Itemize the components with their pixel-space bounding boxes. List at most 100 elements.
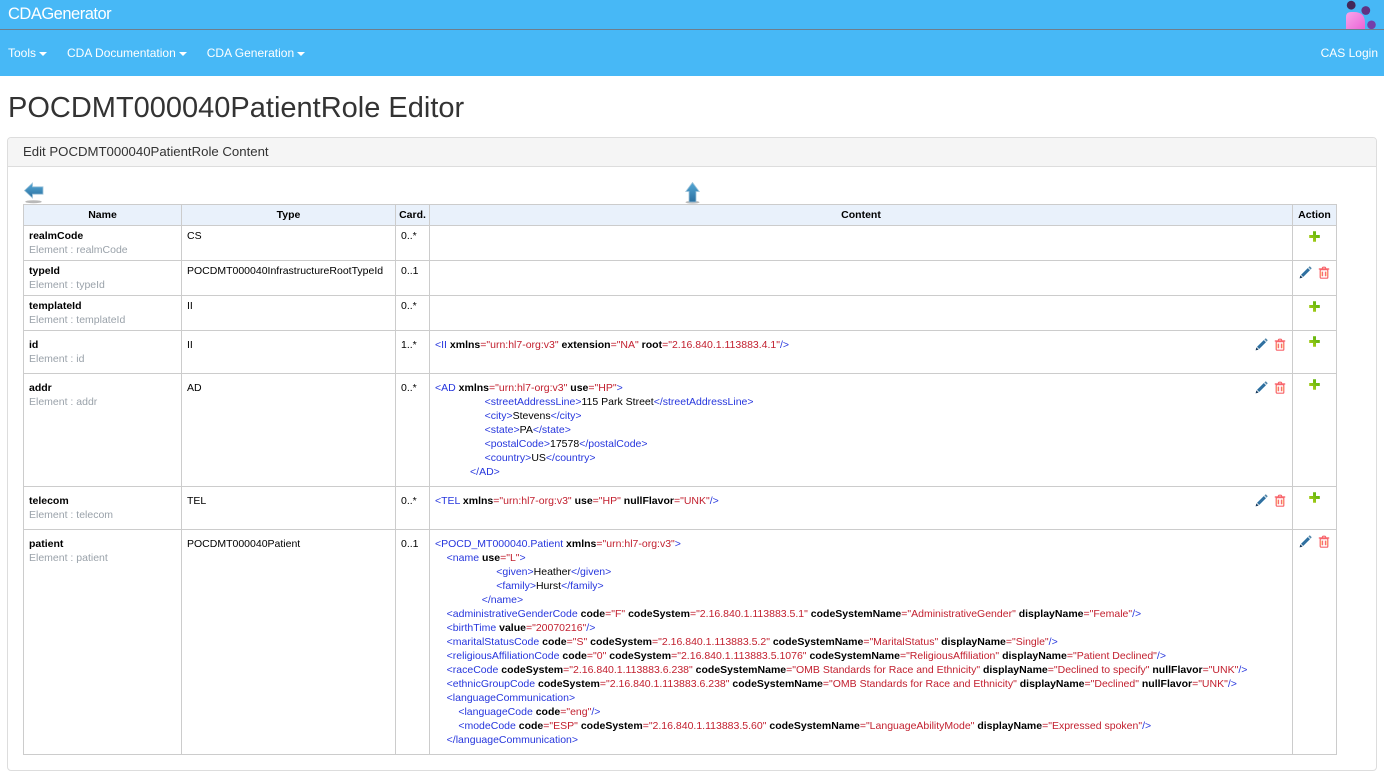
name-cell: realmCode Element : realmCode [24,225,182,260]
trash-icon [1274,494,1286,507]
caret-down-icon [39,52,47,56]
add-button[interactable] [1309,336,1320,347]
table-row: addrElement : addr AD 0..* <AD xmlns="ur… [24,373,1337,486]
card-cell: 0..* [396,295,430,330]
table-row: idElement : id II 1..* <II xmlns="urn:hl… [24,330,1337,373]
table-row: patientElement : patient POCDMT000040Pat… [24,529,1337,754]
delete-button[interactable] [1274,494,1286,507]
back-button[interactable] [24,182,44,204]
card-cell: 0..1 [396,260,430,295]
element-subtitle: Element : telecom [29,509,113,521]
pencil-icon [1255,381,1268,394]
type-cell: CS [182,225,396,260]
action-cell [1293,260,1337,295]
card-cell: 0..* [396,225,430,260]
type-cell: AD [182,373,396,486]
edit-button[interactable] [1299,266,1312,279]
app-logo-icon [1342,0,1382,30]
top-navbar: CDAGenerator [0,0,1384,30]
cda-documentation-menu[interactable]: CDA Documentation [57,30,197,76]
edit-button[interactable] [1255,494,1268,507]
add-button[interactable] [1309,492,1320,503]
cda-documentation-menu-label: CDA Documentation [67,46,176,60]
name-cell: id Element : id [24,330,182,373]
content-cell [430,225,1293,260]
action-cell [1293,225,1337,260]
name-cell: telecomElement : telecom [24,486,182,529]
card-cell: 0..* [396,373,430,486]
nav-menu-list: Tools CDA Documentation CDA Generation [0,30,315,76]
content-cell: <POCD_MT000040.Patient xmlns="urn:hl7-or… [430,529,1293,754]
delete-button[interactable] [1274,338,1286,351]
brand-link[interactable]: CDAGenerator [0,0,119,24]
name-cell: typeIdElement : typeId [24,260,182,295]
page-title: POCDMT000040PatientRole Editor [8,92,1377,124]
delete-button[interactable] [1318,535,1330,548]
name-cell: templateIdElement : templateId [24,295,182,330]
name-cell: addrElement : addr [24,373,182,486]
caret-down-icon [179,52,187,56]
add-button[interactable] [1309,231,1320,242]
action-cell [1293,529,1337,754]
delete-button[interactable] [1274,381,1286,394]
card-cell: 0..* [396,486,430,529]
nav-item-cda-generation: CDA Generation [197,30,315,76]
xml-content: <TEL xmlns="urn:hl7-org:v3" use="HP" nul… [435,494,1287,522]
edit-button[interactable] [1299,535,1312,548]
plus-icon [1309,301,1320,312]
trash-icon [1318,535,1330,548]
editor-panel: Edit POCDMT000040PatientRole Content [7,137,1377,771]
edit-button[interactable] [1255,338,1268,351]
nav-item-cda-documentation: CDA Documentation [57,30,197,76]
entry-actions [1255,381,1286,398]
elements-table: Name Type Card. Content Action realmCode… [23,204,1337,755]
element-name: realmCode [29,230,83,242]
panel-body: Name Type Card. Content Action realmCode… [8,167,1376,770]
pencil-icon [1299,535,1312,548]
caret-down-icon [297,52,305,56]
action-cell [1293,330,1337,373]
element-subtitle: Element : patient [29,552,108,564]
add-button[interactable] [1309,301,1320,312]
xml-content: <AD xmlns="urn:hl7-org:v3" use="HP"> <st… [435,381,1287,479]
column-header-content: Content [430,204,1293,225]
action-cell [1293,486,1337,529]
table-head: Name Type Card. Content Action [24,204,1337,225]
plus-icon [1309,336,1320,347]
up-arrow-icon [685,182,700,204]
plus-icon [1309,231,1320,242]
card-cell: 1..* [396,330,430,373]
element-name: id [29,339,38,351]
element-subtitle: Element : realmCode [29,244,128,256]
table-row: realmCode Element : realmCode CS 0..* [24,225,1337,260]
menu-navbar: Tools CDA Documentation CDA Generation C… [0,30,1384,76]
back-arrow-icon [24,182,44,204]
cda-generation-menu[interactable]: CDA Generation [197,30,315,76]
column-header-action: Action [1293,204,1337,225]
type-cell: POCDMT000040InfrastructureRootTypeId [182,260,396,295]
type-cell: II [182,295,396,330]
tools-menu[interactable]: Tools [0,30,57,76]
table-row: templateIdElement : templateId II 0..* [24,295,1337,330]
trash-icon [1274,338,1286,351]
action-cell [1293,295,1337,330]
content-cell: <TEL xmlns="urn:hl7-org:v3" use="HP" nul… [430,486,1293,529]
delete-button[interactable] [1318,266,1330,279]
panel-heading: Edit POCDMT000040PatientRole Content [8,138,1376,167]
entry-actions [1255,494,1286,511]
type-cell: II [182,330,396,373]
pencil-icon [1299,266,1312,279]
edit-button[interactable] [1255,381,1268,394]
element-subtitle: Element : id [29,353,84,365]
element-name: addr [29,382,52,394]
element-subtitle: Element : typeId [29,279,105,291]
xml-content: <POCD_MT000040.Patient xmlns="urn:hl7-or… [435,537,1287,747]
card-cell: 0..1 [396,529,430,754]
cda-generation-menu-label: CDA Generation [207,46,294,60]
add-button[interactable] [1309,379,1320,390]
column-header-card: Card. [396,204,430,225]
cas-login-link[interactable]: CAS Login [1311,30,1384,76]
go-to-top-button[interactable] [685,182,700,204]
table-row: telecomElement : telecom TEL 0..* <TEL x… [24,486,1337,529]
table-body: realmCode Element : realmCode CS 0..* typ… [24,225,1337,754]
